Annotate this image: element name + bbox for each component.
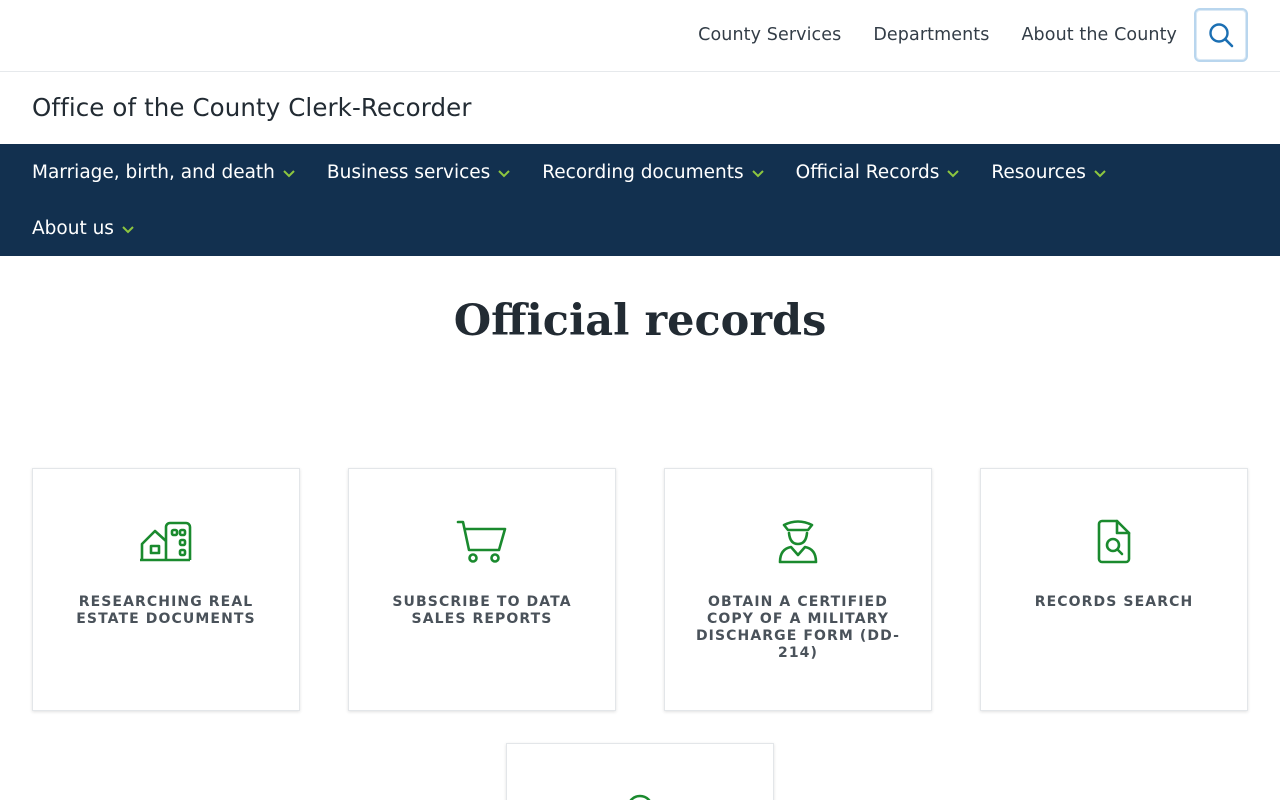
main-nav-item-recording-documents[interactable]: Recording documents xyxy=(542,144,764,200)
buildings-icon xyxy=(140,521,192,562)
main-nav-item-business-services[interactable]: Business services xyxy=(327,144,510,200)
card-label: Subscribe to data sales reports xyxy=(392,594,572,627)
main-nav-label: Official Records xyxy=(795,161,940,183)
document-search-icon xyxy=(1097,519,1131,564)
military-person-icon xyxy=(778,520,818,564)
chevron-down-icon xyxy=(283,169,295,177)
card-records-search[interactable]: Records search xyxy=(980,468,1248,711)
nav-link-county-services[interactable]: County Services xyxy=(698,25,841,45)
chevron-down-icon xyxy=(1094,169,1106,177)
card-location[interactable] xyxy=(506,743,774,800)
nav-link-departments[interactable]: Departments xyxy=(873,25,989,45)
search-button[interactable] xyxy=(1194,8,1248,62)
card-military-discharge[interactable]: Obtain a certified copy of a military di… xyxy=(664,468,932,711)
location-pin-icon xyxy=(629,794,651,800)
main-nav-label: About us xyxy=(32,217,114,239)
main-nav-item-resources[interactable]: Resources xyxy=(991,144,1106,200)
main-nav-item-about-us[interactable]: About us xyxy=(32,200,134,256)
search-icon xyxy=(1209,23,1234,48)
nav-link-about-county[interactable]: About the County xyxy=(1021,25,1177,45)
card-label: Obtain a certified copy of a military di… xyxy=(695,594,901,661)
site-title-bar: Office of the County Clerk-Recorder xyxy=(0,73,1280,144)
card-label: Researching real estate documents xyxy=(76,594,256,627)
card-researching-real-estate[interactable]: Researching real estate documents xyxy=(32,468,300,711)
chevron-down-icon xyxy=(498,169,510,177)
main-nav-label: Recording documents xyxy=(542,161,744,183)
main-nav-label: Marriage, birth, and death xyxy=(32,161,275,183)
main-nav-label: Resources xyxy=(991,161,1086,183)
card-label: Records search xyxy=(1034,594,1194,610)
utility-header: County Services Departments About the Co… xyxy=(0,0,1280,72)
main-nav-item-official-records[interactable]: Official Records xyxy=(796,144,960,200)
shopping-cart-icon xyxy=(456,520,507,563)
card-subscribe-data-sales[interactable]: Subscribe to data sales reports xyxy=(348,468,616,711)
main-nav-label: Business services xyxy=(326,161,491,183)
chevron-down-icon xyxy=(947,169,960,177)
site-title[interactable]: Office of the County Clerk-Recorder xyxy=(32,93,472,122)
main-nav-item-marriage-birth-death[interactable]: Marriage, birth, and death xyxy=(32,144,295,200)
page-title: Official records xyxy=(453,296,827,346)
chevron-down-icon xyxy=(122,225,134,233)
main-nav: Marriage, birth, and death Business serv… xyxy=(0,144,1280,256)
utility-nav: County Services Departments About the Co… xyxy=(698,8,1248,62)
chevron-down-icon xyxy=(751,169,764,177)
